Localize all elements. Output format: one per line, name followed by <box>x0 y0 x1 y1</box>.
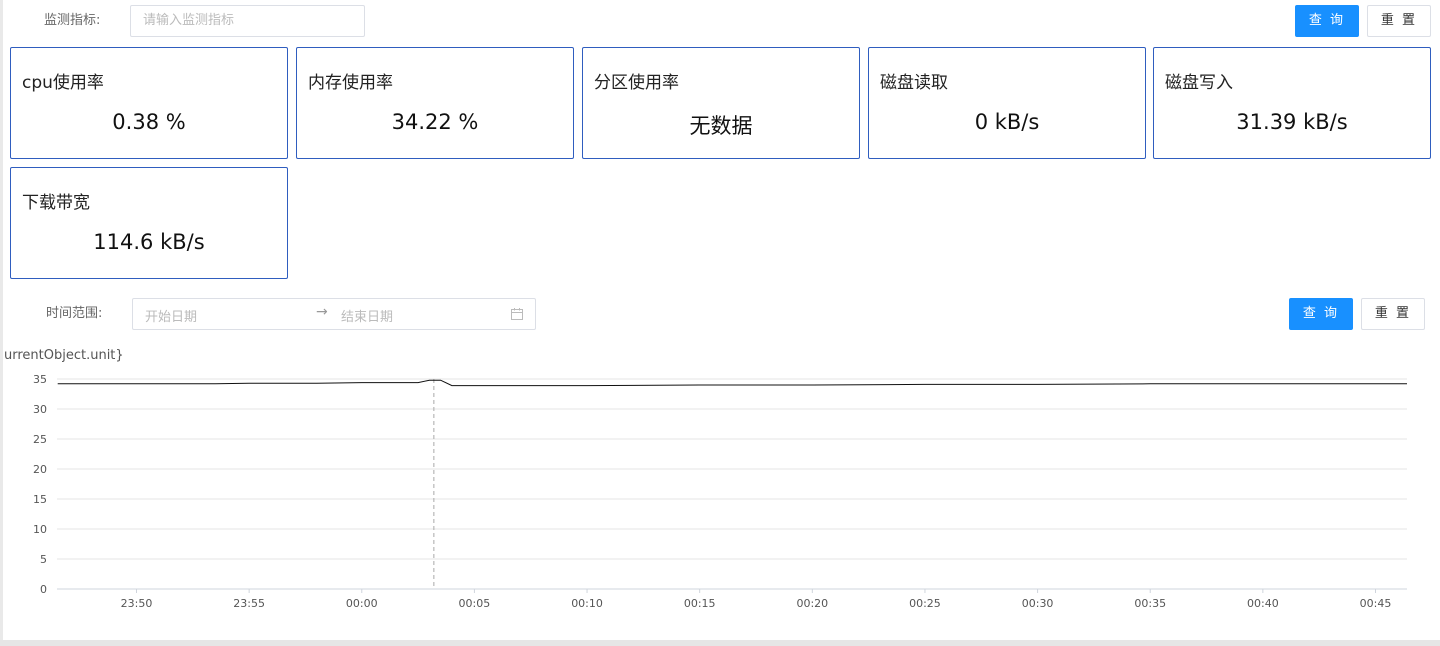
metric-card-title: 磁盘读取 <box>880 73 948 93</box>
time-reset-button[interactable]: 重 置 <box>1361 298 1425 330</box>
y-tick-label: 10 <box>33 523 47 536</box>
chart-x-axis: 23:50 23:55 00:00 00:05 00:10 00:15 00:20 00:25… <box>121 589 1392 610</box>
x-tick-label: 00:20 <box>796 597 828 610</box>
end-date-input[interactable]: 结束日期 <box>341 306 393 325</box>
chart-y-axis-unit: urrentObject.unit} <box>4 348 124 363</box>
x-tick-label: 00:25 <box>909 597 941 610</box>
y-tick-label: 35 <box>33 373 47 386</box>
metric-card-value: 0 kB/s <box>974 110 1040 134</box>
x-tick-label: 00:45 <box>1360 597 1392 610</box>
metric-card-cpu[interactable]: cpu使用率 0.38 % <box>10 47 288 159</box>
metric-card-disk-write[interactable]: 磁盘写入 31.39 kB/s <box>1153 47 1431 159</box>
calendar-icon[interactable] <box>510 307 524 321</box>
metric-card-partition[interactable]: 分区使用率 无数据 <box>582 47 860 159</box>
x-tick-label: 00:05 <box>459 597 491 610</box>
reset-button[interactable]: 重 置 <box>1367 5 1431 37</box>
x-tick-label: 23:50 <box>121 597 153 610</box>
metric-card-value: 0.38 % <box>112 110 186 134</box>
metric-card-title: 分区使用率 <box>594 73 679 93</box>
range-separator: → <box>316 304 328 320</box>
x-tick-label: 00:15 <box>684 597 716 610</box>
metric-card-memory[interactable]: 内存使用率 34.22 % <box>296 47 574 159</box>
x-tick-label: 00:40 <box>1247 597 1279 610</box>
query-button[interactable]: 查 询 <box>1295 5 1359 37</box>
metric-search-input[interactable]: 请输入监测指标 <box>130 5 365 37</box>
x-tick-label: 00:30 <box>1022 597 1054 610</box>
x-tick-label: 00:35 <box>1134 597 1166 610</box>
metric-card-title: cpu使用率 <box>22 73 104 93</box>
time-range-label: 时间范围: <box>46 306 103 321</box>
chart-series <box>57 379 1407 589</box>
x-tick-label: 00:00 <box>346 597 378 610</box>
metric-filter-label: 监测指标: <box>44 13 101 28</box>
usage-line-chart[interactable]: 0 5 10 15 20 25 30 35 23:50 23:55 00:00 00:05 00:10… <box>0 366 1440 616</box>
y-tick-label: 30 <box>33 403 47 416</box>
y-tick-label: 0 <box>40 583 47 596</box>
metric-card-value: 114.6 kB/s <box>93 230 205 254</box>
metric-card-title: 下载带宽 <box>22 193 90 213</box>
y-tick-label: 5 <box>40 553 47 566</box>
chart-gridlines <box>57 378 1407 590</box>
metric-card-title: 磁盘写入 <box>1165 73 1233 93</box>
chart-y-axis: 0 5 10 15 20 25 30 35 <box>33 373 47 596</box>
metric-card-title: 内存使用率 <box>308 73 393 93</box>
time-query-button[interactable]: 查 询 <box>1289 298 1353 330</box>
window-bottom-border <box>0 640 1440 646</box>
y-tick-label: 15 <box>33 493 47 506</box>
x-tick-label: 00:10 <box>571 597 603 610</box>
start-date-input[interactable]: 开始日期 <box>145 306 197 325</box>
y-tick-label: 20 <box>33 463 47 476</box>
y-tick-label: 25 <box>33 433 47 446</box>
metric-card-value: 31.39 kB/s <box>1236 110 1348 134</box>
chart-series-line <box>57 379 1407 387</box>
x-tick-label: 23:55 <box>233 597 265 610</box>
metric-card-disk-read[interactable]: 磁盘读取 0 kB/s <box>868 47 1146 159</box>
metric-card-value: 34.22 % <box>391 110 479 134</box>
metric-card-value: 无数据 <box>689 114 753 138</box>
metric-card-download-bandwidth[interactable]: 下载带宽 114.6 kB/s <box>10 167 288 279</box>
date-range-picker[interactable]: 开始日期 → 结束日期 <box>132 298 536 330</box>
